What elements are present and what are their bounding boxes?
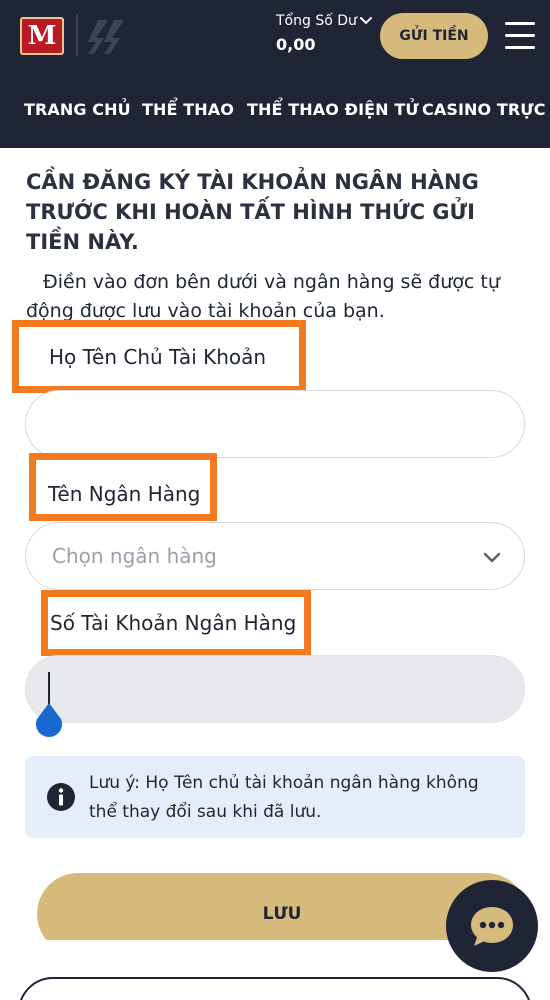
balance-label: Tổng Số Dư xyxy=(276,13,357,29)
nav-item-home[interactable]: TRANG CHỦ xyxy=(24,100,131,119)
brand-logo-letter: M xyxy=(27,21,57,51)
hamburger-menu-icon[interactable] xyxy=(505,22,535,50)
info-note: Lưu ý: Họ Tên chủ tài khoản ngân hàng kh… xyxy=(25,756,525,838)
balance-toggle[interactable]: Tổng Số Dư xyxy=(276,13,372,29)
page-title: CẦN ĐĂNG KÝ TÀI KHOẢN NGÂN HÀNG TRƯỚC KH… xyxy=(26,170,479,254)
cursor-handle-icon[interactable] xyxy=(34,701,64,737)
chat-button[interactable] xyxy=(446,880,538,972)
chevron-down-icon xyxy=(483,552,501,563)
logo-divider xyxy=(76,14,78,56)
nav-item-live-casino[interactable]: CASINO TRỰC TUYẾN xyxy=(422,100,550,119)
account-number-label-highlight: Số Tài Khoản Ngân Hàng xyxy=(41,590,311,656)
form-description: Điền vào đơn bên dưới và ngân hàng sẽ đư… xyxy=(26,271,500,322)
bank-select-placeholder: Chọn ngân hàng xyxy=(52,544,217,568)
account-number-input[interactable] xyxy=(25,655,525,723)
brand-logo[interactable]: M xyxy=(20,17,64,55)
secondary-button[interactable] xyxy=(18,977,532,1000)
account-name-label: Họ Tên Chủ Tài Khoản xyxy=(49,344,267,369)
chat-bubble-icon xyxy=(471,907,513,946)
chevron-down-icon xyxy=(359,17,372,25)
nav-item-esports[interactable]: THỂ THAO ĐIỆN TỬ xyxy=(247,100,419,119)
app-header: M Tổng Số Dư 0,00 GỬI TIỀN TRANG CHỦ THỂ… xyxy=(0,0,550,148)
deposit-button[interactable]: GỬI TIỀN xyxy=(380,13,488,59)
info-icon xyxy=(47,783,75,811)
bank-name-label: Tên Ngân Hàng xyxy=(48,482,201,506)
account-number-label: Số Tài Khoản Ngân Hàng xyxy=(50,611,297,635)
info-note-text: Lưu ý: Họ Tên chủ tài khoản ngân hàng kh… xyxy=(89,773,479,822)
bank-name-label-highlight: Tên Ngân Hàng xyxy=(29,453,217,521)
sponsor-logo-icon xyxy=(88,20,124,54)
nav-item-sports[interactable]: THỂ THAO xyxy=(142,100,234,119)
account-name-input[interactable] xyxy=(25,390,525,458)
balance-value: 0,00 xyxy=(276,35,316,54)
bank-select[interactable]: Chọn ngân hàng xyxy=(25,522,525,590)
account-name-label-highlight: Họ Tên Chủ Tài Khoản xyxy=(12,320,306,393)
main-nav: TRANG CHỦ THỂ THAO THỂ THAO ĐIỆN TỬ CASI… xyxy=(0,86,550,136)
